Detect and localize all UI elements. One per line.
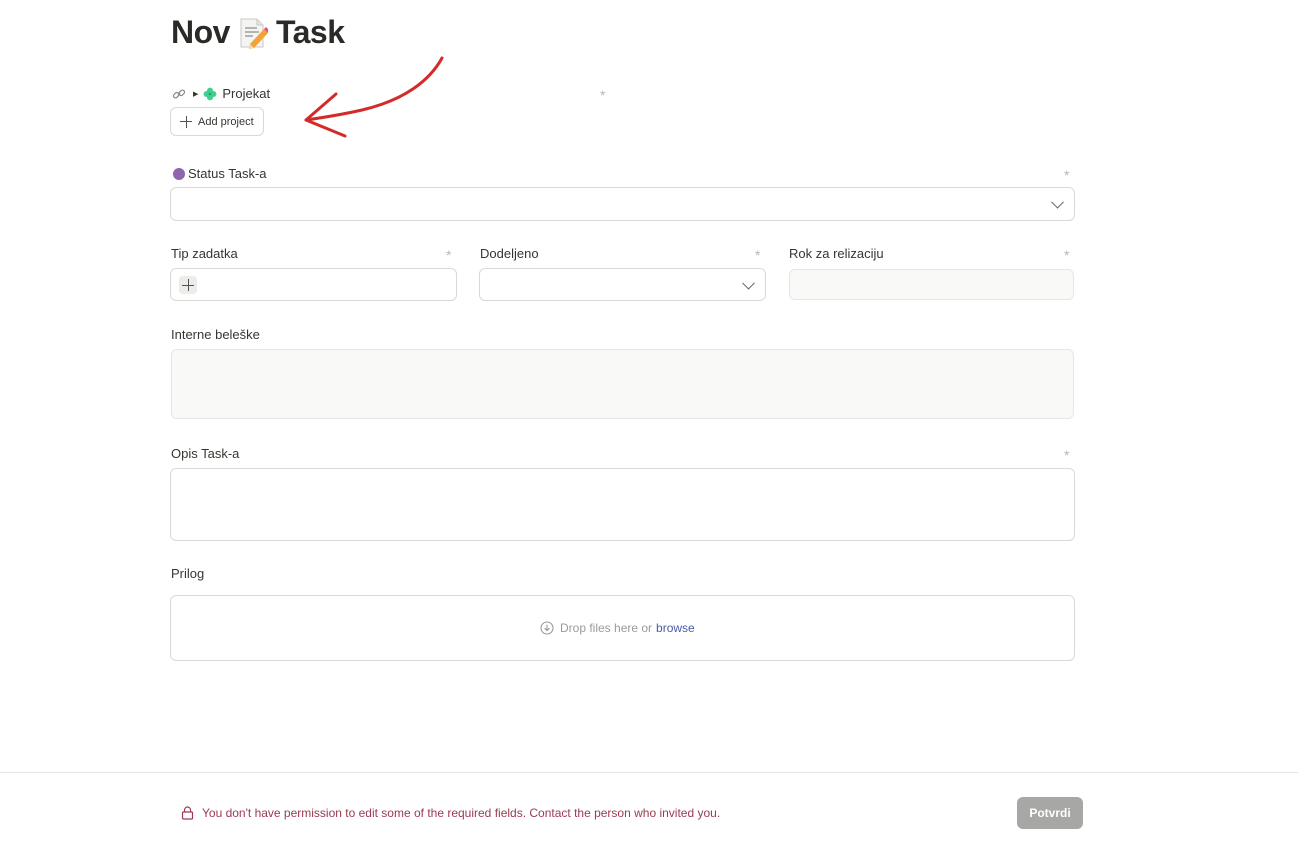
submit-button[interactable]: Potvrdi bbox=[1017, 797, 1083, 829]
drop-zone-content: Drop files here or browse bbox=[540, 621, 695, 635]
internal-notes-textarea[interactable] bbox=[171, 349, 1074, 419]
add-project-button[interactable]: Add project bbox=[170, 107, 264, 136]
task-type-multiselect[interactable] bbox=[170, 268, 457, 301]
title-prefix: Nov bbox=[171, 14, 230, 50]
permission-warning: You don't have permission to edit some o… bbox=[181, 806, 720, 820]
clover-icon bbox=[203, 87, 217, 100]
status-field-label: Status Task-a bbox=[188, 166, 267, 181]
project-field-label: Projekat bbox=[222, 86, 271, 101]
project-required-mark: * bbox=[600, 87, 606, 103]
download-circle-icon bbox=[540, 621, 554, 635]
attachment-label: Prilog bbox=[171, 566, 205, 581]
chevron-down-icon bbox=[742, 276, 755, 290]
description-label: Opis Task-a bbox=[171, 446, 240, 461]
description-required-mark: * bbox=[1064, 447, 1070, 463]
task-type-required-mark: * bbox=[446, 247, 452, 263]
lock-icon bbox=[181, 806, 194, 820]
add-project-label: Add project bbox=[198, 115, 254, 128]
status-field-header: Status Task-a bbox=[173, 166, 267, 181]
deadline-required-mark: * bbox=[1064, 247, 1070, 263]
permission-warning-text: You don't have permission to edit some o… bbox=[202, 806, 721, 820]
description-textarea[interactable] bbox=[170, 468, 1075, 541]
status-required-mark: * bbox=[1064, 167, 1070, 183]
file-drop-zone[interactable]: Drop files here or browse bbox=[170, 595, 1075, 661]
internal-notes-label: Interne beleške bbox=[171, 327, 260, 342]
assigned-select[interactable] bbox=[479, 268, 766, 301]
deadline-label: Rok za relizaciju bbox=[789, 246, 884, 261]
status-dot-icon bbox=[173, 167, 185, 180]
status-select[interactable] bbox=[170, 187, 1075, 221]
link-icon bbox=[172, 88, 186, 99]
deadline-date-input[interactable] bbox=[789, 269, 1074, 300]
task-type-label: Tip zadatka bbox=[171, 246, 238, 261]
chevron-down-icon bbox=[1051, 195, 1064, 209]
expand-triangle-icon[interactable]: ▶ bbox=[193, 90, 198, 98]
plus-icon bbox=[180, 115, 192, 128]
add-task-type-button[interactable] bbox=[179, 276, 197, 294]
page-title: Nov Task bbox=[171, 14, 345, 51]
assigned-required-mark: * bbox=[755, 247, 761, 263]
memo-pencil-icon bbox=[240, 18, 268, 49]
browse-link[interactable]: browse bbox=[656, 621, 695, 635]
project-field-header: ▶ Projekat bbox=[172, 86, 270, 101]
title-suffix: Task bbox=[275, 14, 345, 50]
drop-files-text: Drop files here or bbox=[560, 621, 653, 635]
assigned-label: Dodeljeno bbox=[480, 246, 539, 261]
plus-icon bbox=[182, 279, 194, 291]
annotation-arrow bbox=[304, 56, 444, 138]
